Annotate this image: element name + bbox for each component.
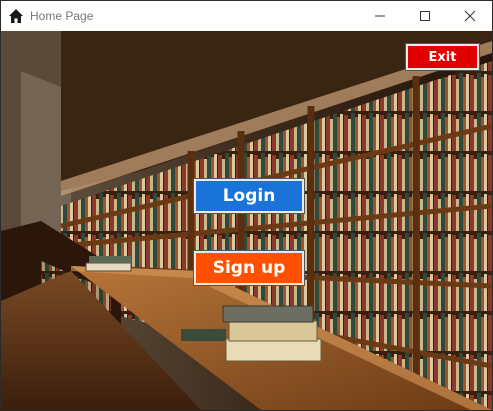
minimize-icon[interactable] xyxy=(357,1,402,31)
exit-button[interactable]: Exit xyxy=(405,43,480,71)
login-button[interactable]: Login xyxy=(193,178,305,214)
title-bar[interactable]: Home Page xyxy=(1,1,492,31)
signup-button[interactable]: Sign up xyxy=(193,250,305,286)
window-controls xyxy=(357,1,492,31)
maximize-icon[interactable] xyxy=(402,1,447,31)
app-window: Home Page Exit Login Sign up xyxy=(0,0,493,411)
window-title: Home Page xyxy=(30,9,94,23)
home-icon xyxy=(8,8,24,24)
main-content: Exit Login Sign up xyxy=(1,31,492,410)
library-background xyxy=(1,31,492,410)
close-icon[interactable] xyxy=(447,1,492,31)
